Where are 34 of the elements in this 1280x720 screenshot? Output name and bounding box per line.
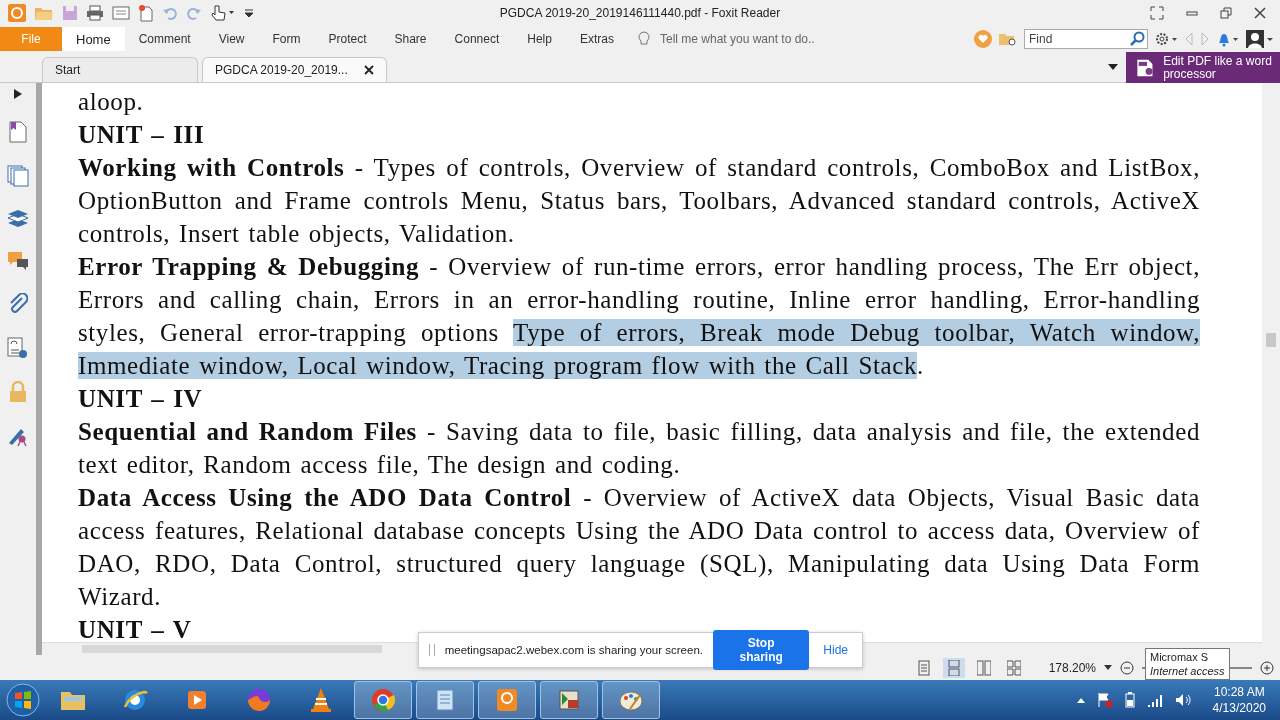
- tooltip-title: Micromax S: [1150, 650, 1210, 664]
- window-title: PGDCA 2019-20_2019146111440.pdf - Foxit Reader: [499, 6, 781, 20]
- paragraph: Error Trapping & Debugging - Overview of run-time errors, error handling process, The Err object, Errors and calling chain, Errors in an error-handling routine, Inline error handling, Error-handling styles, General error-trapping options Type of errors, Break mode Debug toolbar, Watch window, Immediate window, Local window, Tracing program flow with the Call Stack.: [78, 252, 1200, 381]
- tooltip-subtitle: Internet access: [1150, 664, 1225, 678]
- ribbon-tab[interactable]: Form: [258, 27, 315, 51]
- hide-link[interactable]: Hide: [819, 643, 852, 657]
- promo-banner[interactable]: Edit PDF like a word processor: [1126, 52, 1280, 83]
- paragraph: Sequential and Random Files - Saving data to file, basic filling, data analysis and file, the extended text editor, Random access file, The design and coding.: [78, 417, 1200, 480]
- paragraph: Data Access Using the ADO Data Control - Overview of ActiveX data Objects, Visual Basic data access features, Relational database concepts Using the ADO Data control to access data, Overview of DAO, RDO, Data Control, structured query language (SQL), Manipulating data Using Data Form Wizard.: [78, 483, 1200, 612]
- share-message: meetingsapac2.webex.com is sharing your screen.: [444, 644, 703, 656]
- document-tab[interactable]: Start: [42, 57, 198, 82]
- find-field[interactable]: Find: [1024, 29, 1148, 49]
- tell-me-field[interactable]: Tell me what you want to do..: [657, 31, 852, 47]
- stop-sharing-button[interactable]: Stop sharing: [713, 630, 810, 670]
- ribbon-tab[interactable]: View: [204, 27, 259, 51]
- ribbon-tab[interactable]: Share: [380, 27, 441, 51]
- paragraph: aloop.: [78, 87, 145, 117]
- ribbon-tab[interactable]: Protect: [314, 27, 381, 51]
- clock-date[interactable]: 4/13/2020: [1212, 700, 1266, 716]
- ribbon-tab[interactable]: Help: [513, 27, 566, 51]
- document-tab[interactable]: PGDCA 2019-20_2019...: [202, 57, 387, 82]
- tab-label: Start: [55, 63, 81, 77]
- paragraph: Working with Controls - Types of controls, Overview of standard controls, ComboBox and ListBox, OptionButton and Frame controls Menu, Status bars, Toolbars, Advanced standard controls, ActiveX controls, Insert table objects, Validation.: [78, 153, 1200, 249]
- unit-heading: UNIT – IV: [78, 384, 204, 414]
- ribbon-tab[interactable]: Comment: [124, 27, 205, 51]
- ribbon-tab[interactable]: Home: [62, 27, 125, 51]
- tab-label: PGDCA 2019-20_2019...: [215, 63, 348, 77]
- unit-heading: UNIT – V: [78, 615, 193, 642]
- ribbon-tab[interactable]: Extras: [565, 27, 628, 51]
- ribbon-tab[interactable]: Connect: [440, 27, 514, 51]
- clock-time[interactable]: 10:28 AM: [1213, 684, 1265, 700]
- zoom-level[interactable]: 178.20%: [1048, 660, 1096, 675]
- unit-heading: UNIT – III: [78, 120, 206, 150]
- banner-text: Edit PDF like a word processor: [1163, 54, 1273, 81]
